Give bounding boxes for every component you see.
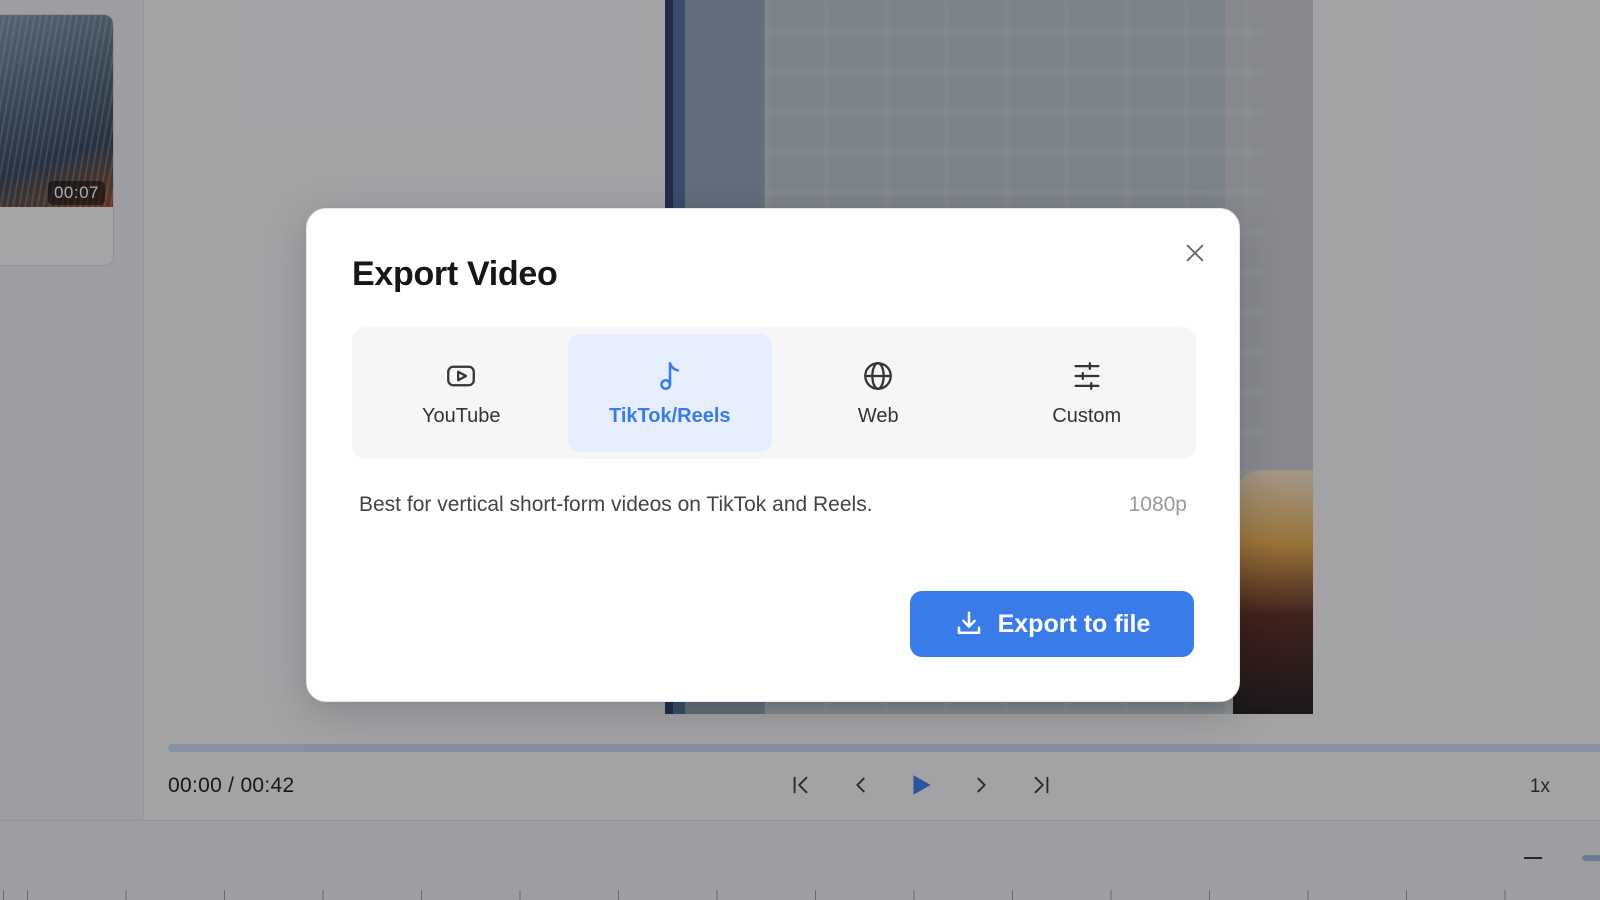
preset-tab-web[interactable]: Web <box>776 334 981 452</box>
preset-resolution: 1080p <box>1128 493 1187 516</box>
preset-description: Best for vertical short-form videos on T… <box>359 493 873 516</box>
preset-tab-youtube[interactable]: YouTube <box>359 334 564 452</box>
export-to-file-button[interactable]: Export to file <box>910 591 1194 657</box>
close-button[interactable] <box>1179 237 1211 269</box>
preset-tab-label: TikTok/Reels <box>608 404 731 427</box>
export-dialog: Export Video YouTube TikTok/Reels Web Cu… <box>306 208 1240 702</box>
preset-tab-label: Custom <box>1052 404 1122 427</box>
preset-tab-custom[interactable]: Custom <box>985 334 1190 452</box>
sliders-icon <box>1074 361 1100 390</box>
music-note-icon <box>659 361 679 390</box>
preset-tab-label: Web <box>857 404 899 427</box>
youtube-icon <box>447 365 476 386</box>
preset-tab-tiktok[interactable]: TikTok/Reels <box>567 334 772 452</box>
preset-tab-label: YouTube <box>421 404 501 427</box>
download-icon <box>957 611 980 634</box>
preset-tabs: YouTube TikTok/Reels Web Custom <box>352 327 1196 459</box>
globe-icon <box>864 361 893 390</box>
close-icon <box>1186 244 1204 262</box>
dialog-title: Export Video <box>352 255 558 293</box>
export-button-label: Export to file <box>997 609 1151 638</box>
